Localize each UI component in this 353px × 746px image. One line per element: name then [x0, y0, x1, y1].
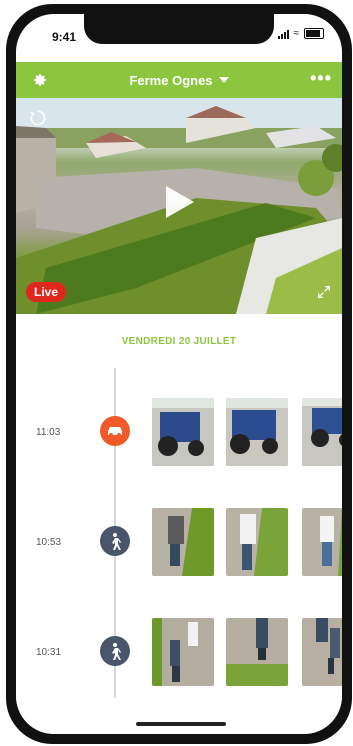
play-icon[interactable]	[166, 186, 194, 218]
event-thumbnail[interactable]	[152, 508, 214, 576]
person-walking-icon	[100, 636, 130, 666]
event-thumbnail[interactable]	[152, 618, 214, 686]
event-thumbnail[interactable]	[226, 508, 288, 576]
home-name: Ferme Ognes	[129, 72, 213, 88]
fullscreen-icon[interactable]	[316, 284, 332, 300]
status-time: 9:41	[52, 30, 77, 44]
event-thumbnail[interactable]	[226, 618, 288, 686]
live-video-feed[interactable]: Live	[16, 98, 342, 314]
event-thumbnail[interactable]	[152, 398, 214, 466]
event-thumbnail[interactable]	[302, 398, 342, 466]
event-timeline: 11:03 10:53 10:31	[16, 368, 342, 734]
event-thumbnail[interactable]	[302, 618, 342, 686]
replay-icon[interactable]	[28, 108, 48, 128]
device-notch	[84, 14, 274, 44]
date-header: VENDREDI 20 JUILLET	[16, 314, 342, 369]
phone-frame: 9:41 ≈ Ferme Ognes ••• Live VENDREDI 20 …	[6, 4, 352, 744]
event-row[interactable]: 11:03	[16, 398, 342, 468]
event-time: 11:03	[36, 427, 61, 438]
app-screen: 9:41 ≈ Ferme Ognes ••• Live VENDREDI 20 …	[16, 14, 342, 734]
event-time: 10:53	[36, 537, 62, 548]
home-indicator[interactable]	[136, 722, 226, 726]
live-badge: Live	[26, 282, 67, 302]
car-icon	[100, 416, 130, 446]
wifi-icon: ≈	[293, 27, 300, 39]
chevron-down-icon	[218, 77, 229, 83]
person-walking-icon	[100, 526, 130, 556]
event-thumbnail[interactable]	[226, 398, 288, 466]
event-row[interactable]: 10:31	[16, 618, 342, 688]
gear-icon[interactable]	[32, 72, 48, 88]
status-icons: ≈	[277, 27, 324, 39]
more-menu-button[interactable]: •••	[310, 68, 332, 89]
event-time: 10:31	[36, 647, 62, 658]
home-selector[interactable]: Ferme Ognes	[129, 72, 229, 88]
signal-icon	[277, 29, 289, 39]
event-thumbnail[interactable]	[302, 508, 342, 576]
battery-icon	[304, 28, 324, 39]
event-row[interactable]: 10:53	[16, 508, 342, 578]
app-header: Ferme Ognes •••	[16, 62, 342, 98]
